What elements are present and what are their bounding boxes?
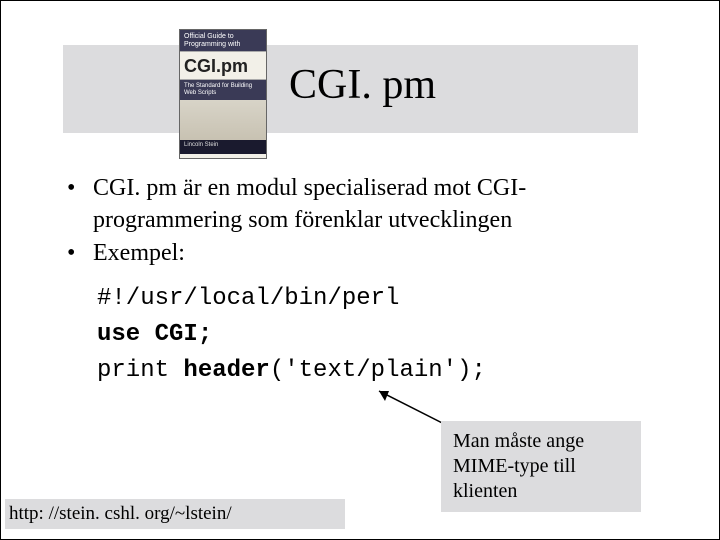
bullet-dot: • — [63, 238, 93, 270]
code-line-3: print header('text/plain'); — [97, 353, 486, 389]
book-banner: Official Guide to Programming with — [180, 30, 266, 51]
bullet-item: • CGI. pm är en modul specialiserad mot … — [63, 173, 661, 236]
code-use-cgi: use CGI; — [97, 321, 212, 348]
callout-box: Man måste ange MIME-type till klienten — [441, 421, 641, 512]
code-args: ('text/plain'); — [270, 357, 486, 384]
code-line-1: #!/usr/local/bin/perl — [97, 281, 486, 317]
book-cover-image: Official Guide to Programming with CGI.p… — [179, 29, 267, 159]
book-subtitle: The Standard for Building Web Scripts — [180, 80, 266, 99]
slide-title: CGI. pm — [289, 61, 436, 109]
bullet-text-2: Exempel: — [93, 238, 661, 270]
code-block: #!/usr/local/bin/perl use CGI; print hea… — [97, 281, 486, 389]
bullet-dot: • — [63, 173, 93, 236]
bullet-text-1: CGI. pm är en modul specialiserad mot CG… — [93, 173, 661, 236]
code-line-2: use CGI; — [97, 317, 486, 353]
footer-url: http: //stein. cshl. org/~lstein/ — [5, 499, 345, 529]
book-author: Lincoln Stein — [180, 140, 266, 154]
book-art — [180, 100, 266, 140]
code-print: print — [97, 357, 183, 384]
book-title: CGI.pm — [180, 51, 266, 80]
bullet-item: • Exempel: — [63, 238, 661, 270]
code-header: header — [183, 357, 269, 384]
content-area: • CGI. pm är en modul specialiserad mot … — [63, 173, 661, 272]
